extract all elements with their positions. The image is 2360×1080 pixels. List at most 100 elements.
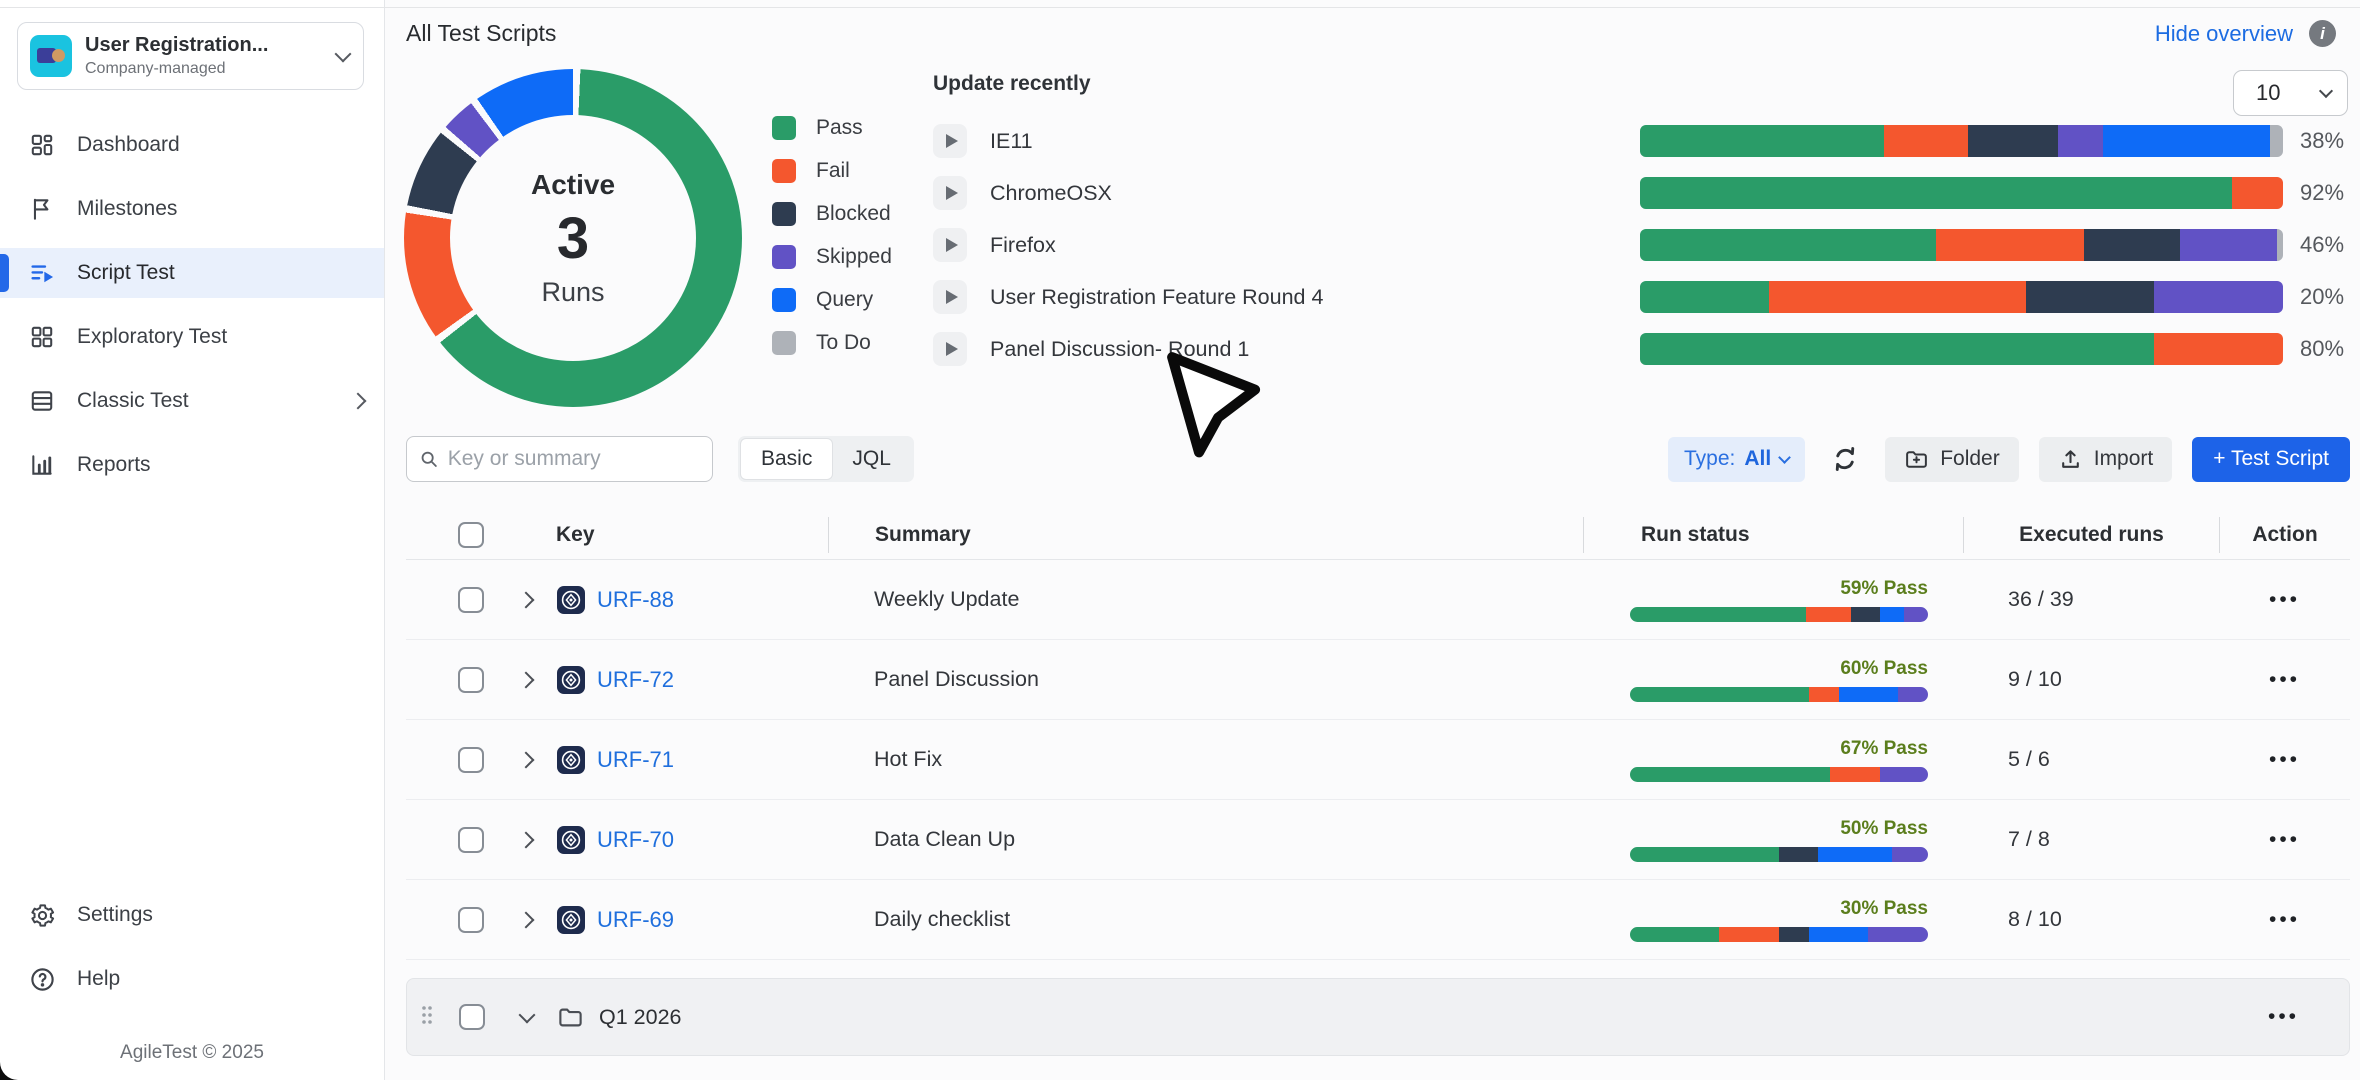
recent-run-name[interactable]: Panel Discussion- Round 1	[990, 337, 1249, 362]
run-status-cell: 60% Pass	[1630, 658, 1928, 702]
recent-run-row: Firefox 46%	[933, 228, 2345, 262]
project-name: User Registration...	[85, 34, 268, 57]
window-top-edge	[0, 7, 2360, 8]
chevron-right-icon[interactable]	[518, 911, 535, 928]
recent-run-name[interactable]: User Registration Feature Round 4	[990, 285, 1323, 310]
page-size-select[interactable]: 10	[2233, 70, 2348, 116]
chevron-down-icon[interactable]	[519, 1006, 536, 1023]
toolbar: Basic JQL Type: All	[406, 436, 2350, 482]
basic-mode-button[interactable]: Basic	[741, 439, 832, 479]
play-button[interactable]	[933, 124, 967, 158]
pass-percent-label: 67% Pass	[1840, 738, 1928, 760]
play-button[interactable]	[933, 176, 967, 210]
run-status-bar	[1630, 607, 1928, 622]
select-all-checkbox[interactable]	[458, 522, 484, 548]
table-row: URF-69 Daily checklist 30% Pass 8 / 10 •…	[406, 880, 2350, 960]
run-status-cell: 50% Pass	[1630, 818, 1928, 862]
recent-run-name[interactable]: IE11	[990, 129, 1033, 154]
project-selector[interactable]: User Registration... Company-managed	[17, 22, 364, 90]
test-scripts-table: Key Summary Run status Executed runs Act…	[406, 510, 2350, 960]
recent-run-row: User Registration Feature Round 4 20%	[933, 280, 2345, 314]
gear-icon	[26, 902, 58, 929]
row-actions-button[interactable]: •••	[2219, 588, 2350, 612]
recent-run-name[interactable]: Firefox	[990, 233, 1056, 258]
row-checkbox[interactable]	[458, 587, 484, 613]
legend-swatch	[772, 245, 796, 269]
table-row: URF-72 Panel Discussion 60% Pass 9 / 10 …	[406, 640, 2350, 720]
donut-center-value: 3	[557, 210, 589, 268]
executed-runs-cell: 5 / 6	[1963, 747, 2219, 772]
row-actions-button[interactable]: •••	[2219, 828, 2350, 852]
folder-button[interactable]: Folder	[1885, 437, 2019, 482]
info-icon[interactable]: i	[2309, 20, 2336, 47]
run-status-cell: 30% Pass	[1630, 898, 1928, 942]
sidebar-item-settings[interactable]: Settings	[0, 890, 384, 940]
legend-item: Fail	[772, 155, 892, 187]
sidebar-item-dashboard[interactable]: Dashboard	[0, 120, 384, 170]
import-button[interactable]: Import	[2039, 437, 2173, 482]
column-header-action: Action	[2219, 517, 2350, 553]
row-checkbox[interactable]	[458, 667, 484, 693]
sidebar-item-help[interactable]: Help	[0, 954, 384, 1004]
jql-mode-button[interactable]: JQL	[832, 439, 911, 479]
chevron-right-icon[interactable]	[518, 751, 535, 768]
sidebar-item-script-test[interactable]: Script Test	[0, 248, 384, 298]
executed-runs-cell: 9 / 10	[1963, 667, 2219, 692]
issue-key-link[interactable]: URF-71	[597, 747, 674, 773]
row-actions-button[interactable]: •••	[2219, 908, 2350, 932]
summary-cell: Data Clean Up	[828, 827, 1583, 852]
row-actions-button[interactable]: •••	[2218, 1005, 2349, 1029]
new-test-script-button[interactable]: + Test Script	[2192, 437, 2350, 482]
legend-item: Query	[772, 284, 892, 316]
pass-percent-label: 30% Pass	[1840, 898, 1928, 920]
play-button[interactable]	[933, 228, 967, 262]
legend-swatch	[772, 288, 796, 312]
issue-key-link[interactable]: URF-70	[597, 827, 674, 853]
play-icon	[946, 342, 958, 356]
sidebar-item-reports[interactable]: Reports	[0, 440, 384, 490]
recent-runs-panel: Update recently IE11 38% ChromeOSX 92% F…	[933, 72, 2345, 384]
summary-cell: Weekly Update	[828, 587, 1583, 612]
chevron-right-icon[interactable]	[518, 671, 535, 688]
recent-run-name[interactable]: ChromeOSX	[990, 181, 1112, 206]
type-filter-dropdown[interactable]: Type: All	[1668, 437, 1805, 482]
hide-overview-link[interactable]: Hide overview	[2155, 21, 2293, 47]
sidebar-item-classic-test[interactable]: Classic Test	[0, 376, 384, 426]
search-input[interactable]	[448, 447, 700, 471]
drag-handle[interactable]	[420, 1003, 434, 1032]
row-checkbox[interactable]	[458, 747, 484, 773]
issue-key-link[interactable]: URF-72	[597, 667, 674, 693]
flag-icon	[26, 196, 58, 222]
refresh-button[interactable]	[1825, 439, 1865, 479]
row-actions-button[interactable]: •••	[2219, 668, 2350, 692]
play-button[interactable]	[933, 280, 967, 314]
run-percent: 46%	[2300, 232, 2344, 258]
row-checkbox[interactable]	[458, 907, 484, 933]
chevron-right-icon[interactable]	[518, 591, 535, 608]
executed-runs-cell: 8 / 10	[1963, 907, 2219, 932]
folder-row[interactable]: Q1 2026 •••	[406, 978, 2350, 1056]
test-script-icon	[556, 665, 586, 695]
run-status-bar	[1630, 847, 1928, 862]
legend-label: Skipped	[816, 245, 892, 269]
test-script-icon	[556, 905, 586, 935]
app-window: User Registration... Company-managed Das…	[0, 0, 2360, 1080]
row-checkbox[interactable]	[459, 1004, 485, 1030]
table-header-row: Key Summary Run status Executed runs Act…	[406, 510, 2350, 560]
test-script-icon	[556, 585, 586, 615]
run-progress-bar	[1640, 125, 2283, 157]
play-button[interactable]	[933, 332, 967, 366]
issue-key-link[interactable]: URF-88	[597, 587, 674, 613]
chevron-right-icon[interactable]	[518, 831, 535, 848]
legend-swatch	[772, 159, 796, 183]
app-footer: AgileTest © 2025	[0, 1042, 384, 1064]
sidebar-item-milestones[interactable]: Milestones	[0, 184, 384, 234]
sidebar-item-exploratory-test[interactable]: Exploratory Test	[0, 312, 384, 362]
run-progress-bar	[1640, 229, 2283, 261]
search-box[interactable]	[406, 436, 713, 482]
query-mode-segment: Basic JQL	[738, 436, 914, 482]
row-checkbox[interactable]	[458, 827, 484, 853]
row-actions-button[interactable]: •••	[2219, 748, 2350, 772]
run-percent: 80%	[2300, 336, 2344, 362]
issue-key-link[interactable]: URF-69	[597, 907, 674, 933]
